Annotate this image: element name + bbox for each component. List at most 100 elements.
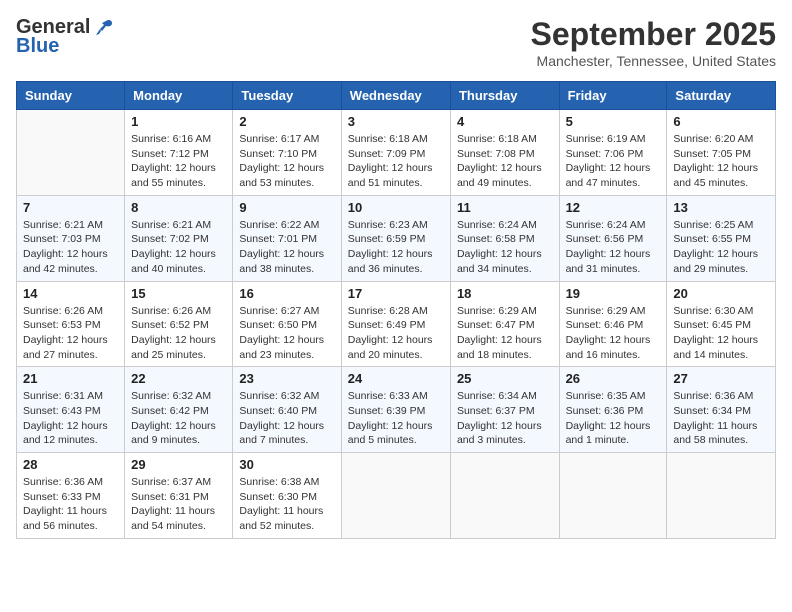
day-number: 15 [131,286,226,301]
calendar-day-cell [450,453,559,539]
calendar-day-cell: 21 Sunrise: 6:31 AM Sunset: 6:43 PM Dayli… [17,367,125,453]
calendar-day-cell: 19Sunrise: 6:29 AM Sunset: 6:46 PM Dayli… [559,281,667,367]
calendar-day-cell: 11 Sunrise: 6:24 AM Sunset: 6:58 PM Dayli… [450,195,559,281]
day-number: 2 [239,114,334,129]
day-number: 22 [131,371,226,386]
calendar-day-cell [667,453,776,539]
day-number: 18 [457,286,553,301]
day-info: Sunrise: 6:18 AM Sunset: 7:08 PM Dayligh… [457,132,553,191]
day-info: Sunrise: 6:32 AM Sunset: 6:40 PM Dayligh… [239,389,334,448]
day-info: Sunrise: 6:30 AM Sunset: 6:45 PM Dayligh… [673,304,769,363]
calendar-day-cell: 5 Sunrise: 6:19 AM Sunset: 7:06 PM Daylig… [559,110,667,196]
calendar-day-cell: 14 Sunrise: 6:26 AM Sunset: 6:53 PM Dayli… [17,281,125,367]
title-section: September 2025 Manchester, Tennessee, Un… [531,16,776,69]
day-info: Sunrise: 6:26 AM Sunset: 6:52 PM Dayligh… [131,304,226,363]
calendar-table: SundayMondayTuesdayWednesdayThursdayFrid… [16,81,776,539]
calendar-day-cell [17,110,125,196]
day-number: 24 [348,371,444,386]
day-number: 16 [239,286,334,301]
header-friday: Friday [559,82,667,110]
calendar-day-cell: 8Sunrise: 6:21 AM Sunset: 7:02 PM Daylig… [125,195,233,281]
day-number: 1 [131,114,226,129]
day-number: 6 [673,114,769,129]
day-number: 7 [23,200,118,215]
day-number: 29 [131,457,226,472]
logo-blue: Blue [16,35,59,58]
calendar-day-cell: 25Sunrise: 6:34 AM Sunset: 6:37 PM Dayli… [450,367,559,453]
day-info: Sunrise: 6:36 AM Sunset: 6:33 PM Dayligh… [23,475,118,534]
calendar-day-cell: 17 Sunrise: 6:28 AM Sunset: 6:49 PM Dayli… [341,281,450,367]
calendar-day-cell: 27 Sunrise: 6:36 AM Sunset: 6:34 PM Dayli… [667,367,776,453]
day-info: Sunrise: 6:32 AM Sunset: 6:42 PM Dayligh… [131,389,226,448]
calendar-day-cell: 30 Sunrise: 6:38 AM Sunset: 6:30 PM Dayli… [233,453,341,539]
day-info: Sunrise: 6:24 AM Sunset: 6:58 PM Dayligh… [457,218,553,277]
calendar-day-cell: 29 Sunrise: 6:37 AM Sunset: 6:31 PM Dayli… [125,453,233,539]
calendar-week-row: 7 Sunrise: 6:21 AM Sunset: 7:03 PM Daylig… [17,195,776,281]
day-number: 20 [673,286,769,301]
day-number: 8 [131,200,226,215]
month-title: September 2025 [531,16,776,53]
calendar-day-cell: 23 Sunrise: 6:32 AM Sunset: 6:40 PM Dayli… [233,367,341,453]
day-info: Sunrise: 6:23 AM Sunset: 6:59 PM Dayligh… [348,218,444,277]
day-info: Sunrise: 6:28 AM Sunset: 6:49 PM Dayligh… [348,304,444,363]
day-info: Sunrise: 6:17 AM Sunset: 7:10 PM Dayligh… [239,132,334,191]
calendar-day-cell: 24 Sunrise: 6:33 AM Sunset: 6:39 PM Dayli… [341,367,450,453]
header-sunday: Sunday [17,82,125,110]
day-info: Sunrise: 6:29 AM Sunset: 6:46 PM Dayligh… [566,304,661,363]
header-monday: Monday [125,82,233,110]
calendar-day-cell: 22 Sunrise: 6:32 AM Sunset: 6:42 PM Dayli… [125,367,233,453]
day-number: 10 [348,200,444,215]
location: Manchester, Tennessee, United States [531,53,776,69]
day-info: Sunrise: 6:26 AM Sunset: 6:53 PM Dayligh… [23,304,118,363]
calendar-week-row: 14 Sunrise: 6:26 AM Sunset: 6:53 PM Dayli… [17,281,776,367]
calendar-week-row: 1 Sunrise: 6:16 AM Sunset: 7:12 PM Daylig… [17,110,776,196]
day-number: 9 [239,200,334,215]
logo-bird-icon [92,17,114,39]
day-info: Sunrise: 6:18 AM Sunset: 7:09 PM Dayligh… [348,132,444,191]
header-tuesday: Tuesday [233,82,341,110]
day-number: 21 [23,371,118,386]
calendar-day-cell: 10 Sunrise: 6:23 AM Sunset: 6:59 PM Dayli… [341,195,450,281]
day-number: 13 [673,200,769,215]
day-info: Sunrise: 6:29 AM Sunset: 6:47 PM Dayligh… [457,304,553,363]
calendar-week-row: 28Sunrise: 6:36 AM Sunset: 6:33 PM Dayli… [17,453,776,539]
day-info: Sunrise: 6:37 AM Sunset: 6:31 PM Dayligh… [131,475,226,534]
header-thursday: Thursday [450,82,559,110]
day-number: 17 [348,286,444,301]
day-info: Sunrise: 6:31 AM Sunset: 6:43 PM Dayligh… [23,389,118,448]
day-info: Sunrise: 6:33 AM Sunset: 6:39 PM Dayligh… [348,389,444,448]
calendar-day-cell: 28Sunrise: 6:36 AM Sunset: 6:33 PM Dayli… [17,453,125,539]
calendar-header-row: SundayMondayTuesdayWednesdayThursdayFrid… [17,82,776,110]
day-info: Sunrise: 6:36 AM Sunset: 6:34 PM Dayligh… [673,389,769,448]
logo: General Blue [16,16,114,58]
page-header: General Blue September 2025 Manchester, … [16,16,776,69]
day-info: Sunrise: 6:25 AM Sunset: 6:55 PM Dayligh… [673,218,769,277]
day-number: 30 [239,457,334,472]
day-info: Sunrise: 6:38 AM Sunset: 6:30 PM Dayligh… [239,475,334,534]
calendar-day-cell: 13 Sunrise: 6:25 AM Sunset: 6:55 PM Dayli… [667,195,776,281]
calendar-day-cell [559,453,667,539]
day-number: 27 [673,371,769,386]
day-number: 5 [566,114,661,129]
day-info: Sunrise: 6:34 AM Sunset: 6:37 PM Dayligh… [457,389,553,448]
day-info: Sunrise: 6:35 AM Sunset: 6:36 PM Dayligh… [566,389,661,448]
calendar-day-cell: 7 Sunrise: 6:21 AM Sunset: 7:03 PM Daylig… [17,195,125,281]
calendar-day-cell: 20 Sunrise: 6:30 AM Sunset: 6:45 PM Dayli… [667,281,776,367]
day-number: 23 [239,371,334,386]
calendar-week-row: 21 Sunrise: 6:31 AM Sunset: 6:43 PM Dayli… [17,367,776,453]
day-info: Sunrise: 6:21 AM Sunset: 7:03 PM Dayligh… [23,218,118,277]
day-number: 4 [457,114,553,129]
calendar-day-cell [341,453,450,539]
day-info: Sunrise: 6:20 AM Sunset: 7:05 PM Dayligh… [673,132,769,191]
day-info: Sunrise: 6:22 AM Sunset: 7:01 PM Dayligh… [239,218,334,277]
day-info: Sunrise: 6:27 AM Sunset: 6:50 PM Dayligh… [239,304,334,363]
day-info: Sunrise: 6:16 AM Sunset: 7:12 PM Dayligh… [131,132,226,191]
day-number: 11 [457,200,553,215]
header-saturday: Saturday [667,82,776,110]
day-number: 14 [23,286,118,301]
day-number: 3 [348,114,444,129]
calendar-day-cell: 18 Sunrise: 6:29 AM Sunset: 6:47 PM Dayli… [450,281,559,367]
day-info: Sunrise: 6:19 AM Sunset: 7:06 PM Dayligh… [566,132,661,191]
calendar-day-cell: 3 Sunrise: 6:18 AM Sunset: 7:09 PM Daylig… [341,110,450,196]
calendar-day-cell: 9 Sunrise: 6:22 AM Sunset: 7:01 PM Daylig… [233,195,341,281]
